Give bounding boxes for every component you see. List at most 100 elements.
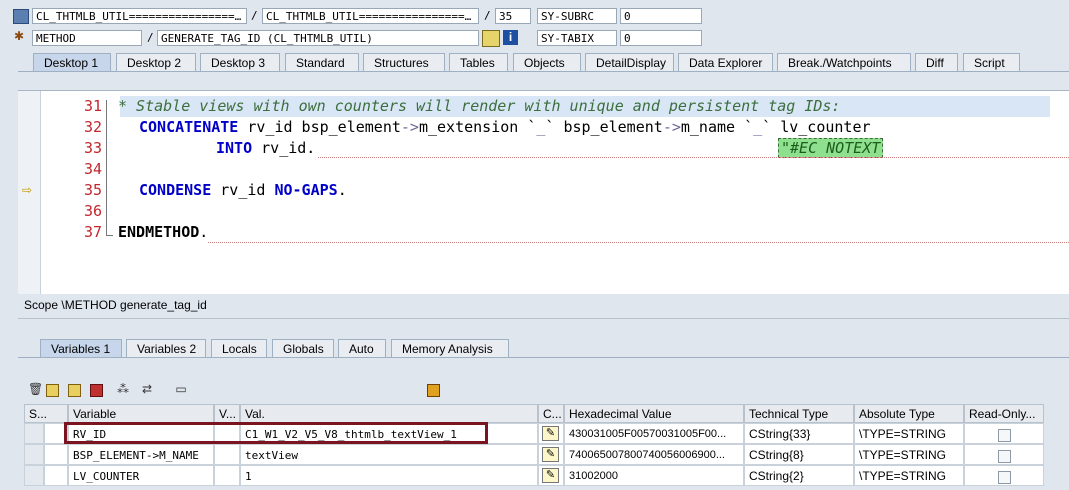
variable-name[interactable]: LV_COUNTER [68,465,214,486]
tab-locals[interactable]: Locals [211,339,267,357]
grid-icon[interactable] [68,384,81,397]
col-header-v[interactable]: V... [214,404,240,423]
sysfield2-value[interactable]: 0 [620,30,702,46]
row-status [44,444,68,465]
keyword: CONDENSE [139,181,212,199]
save-layout-icon[interactable] [90,384,103,397]
grid-icon[interactable] [46,384,59,397]
tab-structures[interactable]: Structures [363,53,445,71]
tab-detaildisplay[interactable]: DetailDisplay [585,53,674,71]
read-only-checkbox[interactable] [997,450,1011,463]
type-field[interactable]: METHOD [32,30,142,46]
line-number: 34 [83,160,102,178]
code-text: ` bsp_element [545,118,663,136]
line-33-dotted-rule [318,157,1069,158]
sysfield1-value[interactable]: 0 [620,8,702,24]
tab-diff[interactable]: Diff [915,53,958,71]
method-icon: ✱ [14,29,25,43]
delete-icon[interactable]: 🗑 [28,382,43,396]
tab-desktop-1[interactable]: Desktop 1 [33,53,111,71]
sysfield2-name[interactable]: SY-TABIX [537,30,617,46]
edit-pencil-icon[interactable]: ✎ [542,468,559,483]
method-name-field[interactable]: GENERATE_TAG_ID (CL_THTMLB_UTIL) [157,30,479,46]
tab-memory-analysis[interactable]: Memory Analysis [391,339,509,357]
operator: -> [662,118,681,136]
keyword: NO-GAPS [274,181,338,199]
row-status [44,465,68,486]
separator: / [147,31,154,44]
pragma-comment: "#EC NOTEXT [778,138,884,159]
code-text: ` lv_counter [762,118,871,136]
absolute-type: \TYPE=STRING [854,465,964,486]
read-only-checkbox[interactable] [997,429,1011,442]
comment-text: * Stable views with own counters will re… [118,97,841,115]
col-header-technical-type[interactable]: Technical Type [744,404,854,423]
pragma-text: "#EC NOTEXT [778,138,884,158]
tab-auto[interactable]: Auto [338,339,386,357]
divider [18,318,1069,319]
code-line-33: INTO rv_id. [216,138,315,159]
tab-data-explorer[interactable]: Data Explorer [678,53,773,71]
navigate-icon[interactable] [482,30,500,47]
tab-standard[interactable]: Standard [285,53,359,71]
tab-desktop-3[interactable]: Desktop 3 [200,53,280,71]
line-number: 37 [83,223,102,241]
save-icon[interactable] [427,384,440,397]
col-header-variable[interactable]: Variable [68,404,214,423]
read-only-cell [964,465,1044,486]
sysfield1-name[interactable]: SY-SUBRC [537,8,617,24]
info-icon[interactable]: i [503,30,518,45]
tab-variables-1[interactable]: Variables 1 [40,339,122,357]
edit-pencil-icon[interactable]: ✎ [542,447,559,462]
line-number: 33 [83,139,102,157]
code-text: . [199,223,209,241]
absolute-type: \TYPE=STRING [854,444,964,465]
keyword: INTO [216,139,253,157]
tab-objects[interactable]: Objects [513,53,581,71]
program-icon [13,9,29,24]
keyword: ENDMETHOD [118,223,200,241]
scope-label: Scope \METHOD generate_tag_id [24,298,207,312]
col-header-change[interactable]: C... [538,404,564,423]
variable-value[interactable]: textView [240,444,538,465]
code-text: . [337,181,347,199]
col-header-absolute-type[interactable]: Absolute Type [854,404,964,423]
code-line-35: CONDENSE rv_id NO-GAPS. [139,180,347,201]
code-text: rv_id [211,181,275,199]
col-header-hex[interactable]: Hexadecimal Value [564,404,744,423]
line-37-dotted-rule [208,242,1069,243]
folder-icon[interactable]: ▭ [174,382,188,396]
row-selector[interactable] [24,423,44,444]
code-text: rv_id bsp_element [238,118,401,136]
technical-type: CString{33} [744,423,854,444]
row-selector[interactable] [24,444,44,465]
edit-pencil-icon[interactable]: ✎ [542,426,559,441]
variable-v [214,444,240,465]
separator: / [251,9,258,22]
include-field[interactable]: CL_THTMLB_UTIL================… [262,8,479,24]
read-only-cell [964,423,1044,444]
col-header-read-only[interactable]: Read-Only... [964,404,1044,423]
variable-name[interactable]: BSP_ELEMENT->M_NAME [68,444,214,465]
tab-tables[interactable]: Tables [449,53,508,71]
code-text: m_name ` [680,118,754,136]
line-field[interactable]: 35 [495,8,531,24]
tab-watchpoints[interactable]: Break./Watchpoints [777,53,911,71]
tab-variables-2[interactable]: Variables 2 [126,339,206,357]
variable-value[interactable]: 1 [240,465,538,486]
source-code-editor[interactable]: ⇨ 31 32 33 34 35 36 37 * Stable views wi… [18,90,1069,294]
literal: _ [753,118,763,136]
col-header-value[interactable]: Val. [240,404,538,423]
tab-script[interactable]: Script [963,53,1020,71]
hierarchy-icon[interactable]: ⁂ [116,382,130,396]
navigate-icon[interactable]: ⇄ [140,382,154,396]
program-field[interactable]: CL_THTMLB_UTIL================… [32,8,247,24]
hex-value: 31002000 [564,465,744,486]
row-selector[interactable] [24,465,44,486]
code-text: rv_id. [252,139,316,157]
read-only-checkbox[interactable] [997,471,1011,484]
tab-globals[interactable]: Globals [272,339,334,357]
col-header-status[interactable]: S... [24,404,68,423]
highlight-box [64,422,488,444]
tab-desktop-2[interactable]: Desktop 2 [116,53,196,71]
